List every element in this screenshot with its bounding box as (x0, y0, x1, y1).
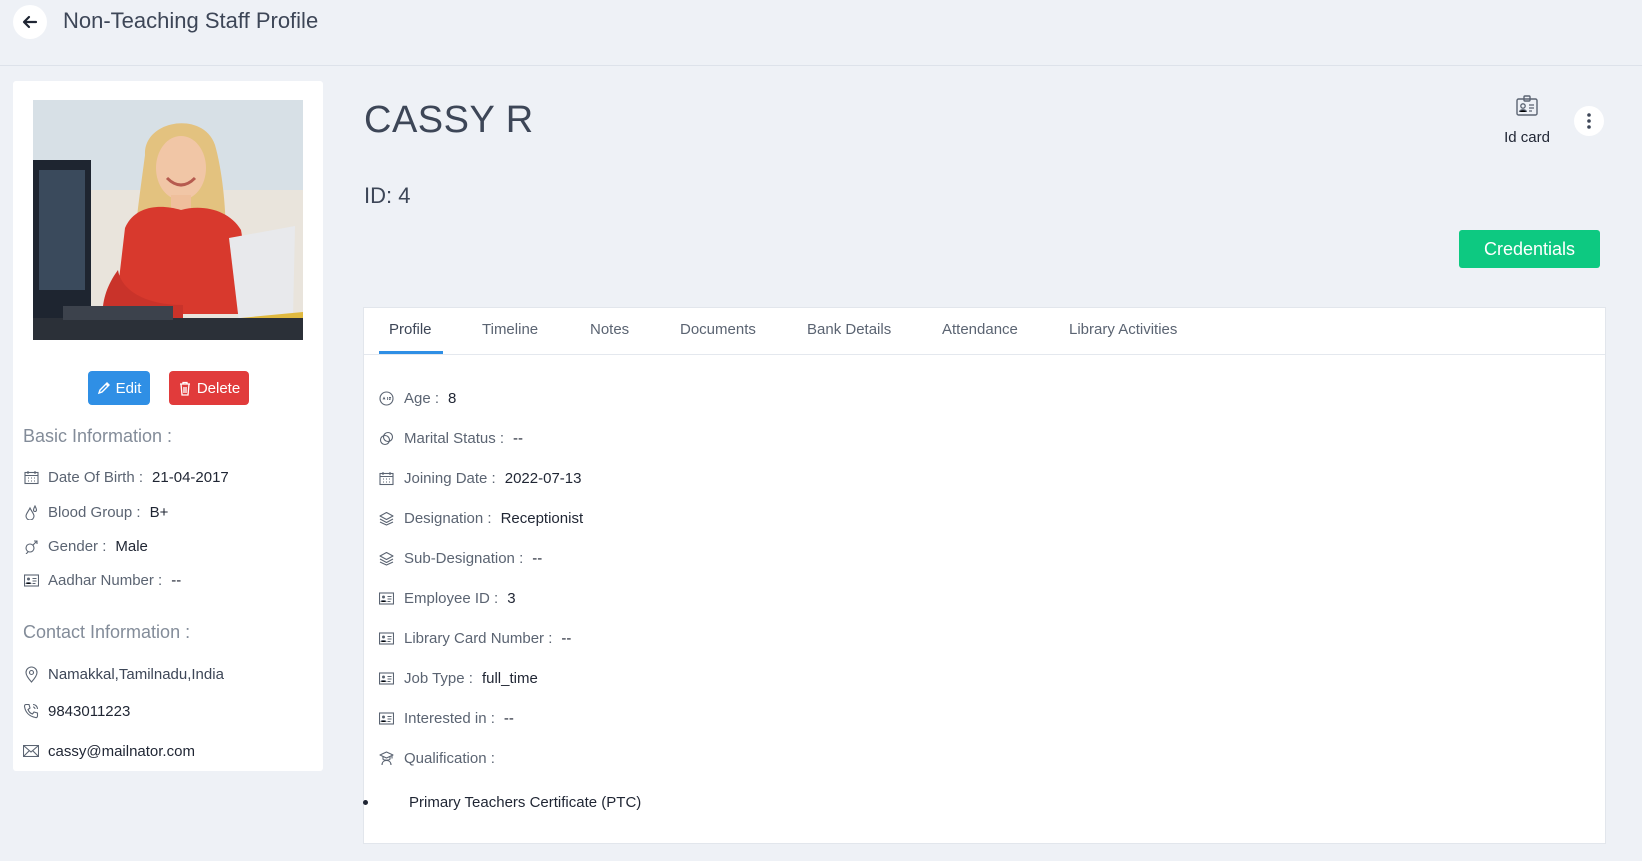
qualification-item: Primary Teachers Certificate (PTC) (409, 794, 642, 811)
envelope-icon (23, 743, 39, 759)
detail-row-designation: Designation : Receptionist (378, 507, 583, 529)
detail-row-qualification: Qualification : (378, 747, 504, 769)
sub-designation-label: Sub-Designation : (404, 549, 524, 567)
email-link[interactable]: cassy@mailnator.com (48, 743, 195, 760)
tab-attendance[interactable]: Attendance (942, 321, 1018, 338)
marital-status-value: -- (513, 429, 524, 447)
designation-value: Receptionist (500, 509, 584, 527)
page-title: Non-Teaching Staff Profile (63, 8, 319, 33)
blood-drop-icon (23, 504, 39, 520)
sub-designation-value: -- (532, 549, 543, 567)
id-card-label: Id card (1504, 129, 1550, 146)
age-icon (378, 390, 394, 406)
page-header: Non-Teaching Staff Profile (0, 0, 1642, 66)
edit-label: Edit (115, 379, 142, 397)
profile-sidebar-card: Edit Delete Basic Information : Date Of … (13, 81, 323, 771)
detail-row-employee-id: Employee ID : 3 (378, 587, 516, 609)
profile-details-card: Profile Timeline Notes Documents Bank De… (363, 307, 1606, 844)
detail-row-age: Age : 8 (378, 387, 456, 409)
tab-documents[interactable]: Documents (680, 321, 756, 338)
basic-info-title: Basic Information : (23, 426, 173, 446)
pencil-icon (97, 381, 111, 395)
staff-name: CASSY R (364, 99, 534, 141)
interested-in-value: -- (503, 709, 514, 727)
interested-in-label: Interested in : (404, 709, 495, 727)
id-badge-icon (378, 590, 394, 606)
aadhar-label: Aadhar Number : (48, 571, 163, 589)
designation-label: Designation : (404, 509, 492, 527)
location-pin-icon (23, 666, 39, 683)
detail-row-sub-designation: Sub-Designation : -- (378, 547, 542, 569)
rings-icon (378, 430, 394, 446)
list-bullet (363, 800, 368, 805)
joining-date-label: Joining Date : (404, 469, 496, 487)
layers-icon (378, 510, 394, 526)
gender-value: Male (115, 537, 148, 555)
tab-profile[interactable]: Profile (389, 321, 432, 338)
more-options-button[interactable] (1574, 106, 1604, 136)
marital-status-label: Marital Status : (404, 429, 505, 447)
detail-row-joining-date: Joining Date : 2022-07-13 (378, 467, 581, 489)
id-badge-icon (378, 710, 394, 726)
detail-row-job-type: Job Type : full_time (378, 667, 538, 689)
calendar-icon (378, 470, 394, 486)
credentials-button[interactable]: Credentials (1459, 230, 1600, 268)
back-button[interactable] (13, 5, 47, 39)
vertical-dots-icon (1587, 113, 1591, 129)
tab-bank-details[interactable]: Bank Details (807, 321, 891, 338)
phone-link[interactable]: 9843011223 (48, 703, 130, 720)
profile-photo (33, 100, 303, 340)
qualification-label: Qualification : (404, 749, 495, 767)
layers-icon (378, 550, 394, 566)
arrow-left-icon (21, 13, 39, 31)
id-badge-icon (378, 670, 394, 686)
detail-row-library-card: Library Card Number : -- (378, 627, 571, 649)
email-row: cassy@mailnator.com (23, 740, 195, 762)
id-badge-icon (23, 572, 39, 588)
profile-actions: Edit Delete (13, 371, 323, 405)
calendar-icon (23, 469, 39, 485)
employee-id-value: 3 (507, 589, 516, 607)
age-value: 8 (448, 389, 457, 407)
phone-icon (23, 703, 39, 719)
profile-tabs: Profile Timeline Notes Documents Bank De… (364, 308, 1605, 355)
library-card-label: Library Card Number : (404, 629, 553, 647)
job-type-value: full_time (481, 669, 538, 687)
edit-button[interactable]: Edit (88, 371, 150, 405)
blood-group-row: Blood Group : B+ (23, 501, 168, 523)
id-card-button[interactable]: Id card (1492, 95, 1562, 146)
id-card-icon (1515, 95, 1539, 119)
dob-value: 21-04-2017 (152, 468, 229, 486)
phone-row: 9843011223 (23, 700, 130, 722)
job-type-label: Job Type : (404, 669, 473, 687)
gender-row: Gender : Male (23, 535, 148, 557)
graduate-icon (378, 750, 394, 766)
address-value: Namakkal,Tamilnadu,India (48, 665, 224, 683)
tab-timeline[interactable]: Timeline (482, 321, 538, 338)
trash-icon (178, 381, 192, 396)
library-card-value: -- (561, 629, 572, 647)
gender-icon (23, 538, 39, 554)
staff-id: ID: 4 (364, 183, 411, 208)
gender-label: Gender : (48, 537, 107, 555)
dob-row: Date Of Birth : 21-04-2017 (23, 466, 229, 488)
tab-notes[interactable]: Notes (590, 321, 629, 338)
age-label: Age : (404, 389, 440, 407)
aadhar-value: -- (171, 571, 182, 589)
detail-row-interested-in: Interested in : -- (378, 707, 514, 729)
address-row: Namakkal,Tamilnadu,India (23, 663, 224, 685)
detail-row-marital-status: Marital Status : -- (378, 427, 523, 449)
blood-group-label: Blood Group : (48, 503, 141, 521)
active-tab-indicator (379, 351, 443, 354)
blood-group-value: B+ (149, 503, 169, 521)
joining-date-value: 2022-07-13 (504, 469, 582, 487)
delete-button[interactable]: Delete (169, 371, 249, 405)
aadhar-row: Aadhar Number : -- (23, 569, 181, 591)
id-badge-icon (378, 630, 394, 646)
employee-id-label: Employee ID : (404, 589, 499, 607)
contact-info-title: Contact Information : (23, 622, 191, 642)
dob-label: Date Of Birth : (48, 468, 144, 486)
tab-library-activities[interactable]: Library Activities (1069, 321, 1177, 338)
delete-label: Delete (196, 379, 241, 397)
